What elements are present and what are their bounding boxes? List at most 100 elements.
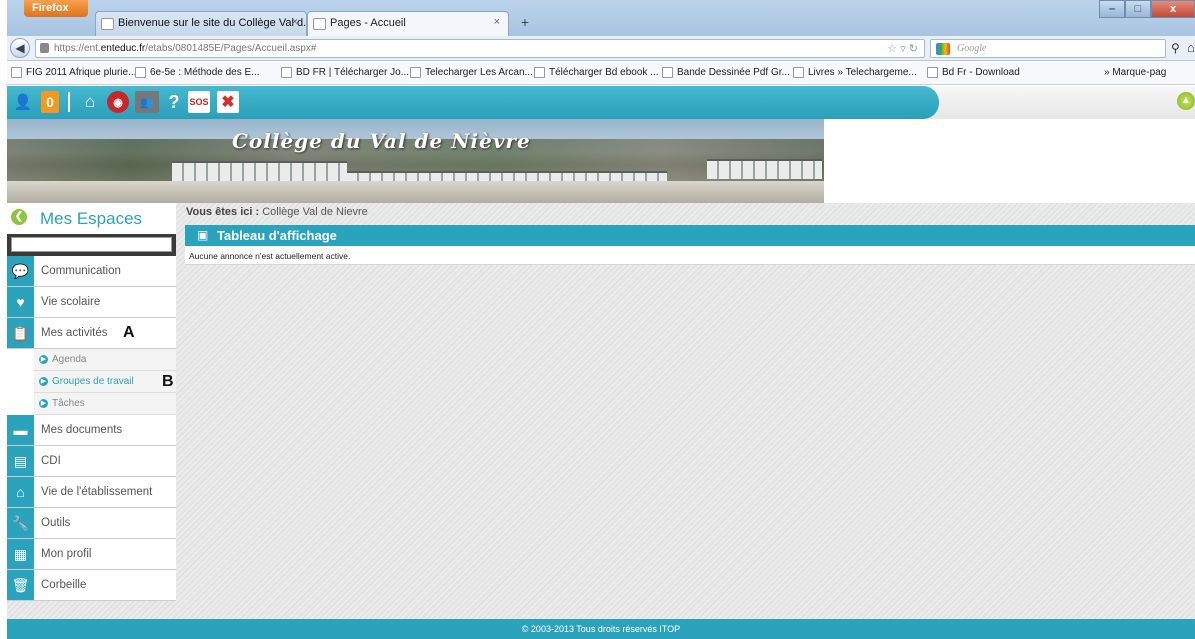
- sos-icon[interactable]: SOS: [188, 91, 210, 113]
- back-arrow-icon[interactable]: ◀: [10, 38, 30, 58]
- bookmark-star-icon[interactable]: ☆ ▿ ↻: [887, 42, 918, 55]
- chat-icon: 💬: [7, 256, 34, 286]
- sidebar-header: ❮ Mes Espaces: [7, 203, 176, 234]
- annotation-marker-a: A: [123, 324, 135, 341]
- bookmarks-more-button[interactable]: » Marque-pag: [1104, 67, 1166, 78]
- sidebar-item-label: Vie scolaire: [41, 296, 101, 308]
- page-icon: [534, 67, 545, 78]
- chevron-right-icon: ▶: [39, 355, 48, 364]
- url-path: /etabs/0801485E/Pages/Accueil.aspx#: [145, 43, 317, 54]
- sidebar-subitem-agenda[interactable]: ▶ Agenda: [34, 349, 176, 371]
- sidebar-item-label: Outils: [41, 517, 71, 529]
- browser-titlebar: Firefox Bienvenue sur le site du Collège…: [7, 0, 1195, 36]
- sidebar-subitem-taches[interactable]: ▶ Tâches: [34, 393, 176, 415]
- board-body: Aucune annonce n'est actuellement active…: [185, 246, 1195, 265]
- breadcrumb: Vous êtes ici : Collège Val de Nievre: [186, 206, 368, 218]
- url-host: https://ent.: [54, 43, 101, 54]
- sidebar-item-corbeille[interactable]: 🗑 Corbeille: [7, 570, 176, 601]
- noticeboard-icon: ▣: [197, 228, 209, 242]
- folder-icon: ▬: [7, 415, 34, 445]
- browser-tab-pages-accueil[interactable]: Pages - Accueil ×: [307, 11, 509, 36]
- search-input[interactable]: Google: [930, 39, 1166, 58]
- sidebar-item-outils[interactable]: 🔧 Outils: [7, 508, 176, 539]
- annotation-marker-b: B: [162, 373, 174, 390]
- board-message: Aucune annonce n'est actuellement active…: [189, 251, 351, 261]
- sidebar-item-cdi[interactable]: ▤ CDI: [7, 446, 176, 477]
- wrench-icon: 🔧: [7, 508, 34, 538]
- chevron-left-icon[interactable]: ❮: [11, 209, 27, 225]
- bookmark-item[interactable]: 6e-5e : Méthode des E...: [135, 67, 260, 78]
- sidebar-item-vie-scolaire[interactable]: ♥ Vie scolaire: [7, 287, 176, 318]
- browser-tab-college[interactable]: Bienvenue sur le site du Collège Val d..…: [95, 11, 307, 36]
- tab-close-icon[interactable]: ×: [292, 16, 298, 28]
- page-icon: [281, 67, 292, 78]
- breadcrumb-location[interactable]: Collège Val de Nievre: [262, 206, 368, 218]
- sidebar-item-label: Communication: [41, 265, 121, 277]
- tab-label: Bienvenue sur le site du Collège Val d..…: [118, 17, 307, 29]
- bookmark-item[interactable]: FIG 2011 Afrique plurie...: [11, 67, 136, 78]
- messaging-icon[interactable]: ◉: [107, 91, 129, 113]
- url-domain: enteduc.fr: [100, 43, 146, 54]
- footer: © 2003-2013 Tous droits réservés ITOP: [7, 619, 1195, 639]
- tab-close-icon[interactable]: ×: [494, 16, 500, 28]
- board-title: Tableau d'affichage: [217, 228, 337, 243]
- url-bar[interactable]: https://ent.enteduc.fr/etabs/0801485E/Pa…: [35, 39, 925, 58]
- school-banner: Collège du Val de Nièvre: [7, 119, 824, 203]
- sidebar-item-label: Mes activités: [41, 327, 108, 339]
- user-icon[interactable]: 👤: [13, 91, 33, 113]
- sidebar-item-mes-documents[interactable]: ▬ Mes documents: [7, 415, 176, 446]
- home-icon[interactable]: ⌂: [79, 91, 101, 113]
- lock-icon: [40, 43, 49, 53]
- help-icon[interactable]: ?: [165, 91, 183, 113]
- home-icon: ⌂: [7, 477, 34, 507]
- logout-icon[interactable]: ✖: [217, 91, 239, 113]
- banner-ground: [7, 181, 824, 203]
- google-logo-icon: [936, 43, 950, 55]
- sidebar-search-bar: [7, 234, 176, 256]
- sidebar-item-mes-activites[interactable]: 📋 Mes activités A: [7, 318, 176, 349]
- ent-toolbar-strip: 👤 0 ⌂ ◉ 👥 ? SOS ✖: [7, 86, 939, 119]
- banner-right-blank: [824, 119, 1195, 203]
- bookmark-item[interactable]: BD FR | Télécharger Jo...: [281, 67, 409, 78]
- new-tab-button[interactable]: +: [515, 14, 535, 32]
- browser-navbar: ◀ https://ent.enteduc.fr/etabs/0801485E/…: [7, 36, 1195, 61]
- search-magnifier-icon[interactable]: ⚲: [1171, 41, 1180, 55]
- sidebar-subitem-label: Tâches: [52, 398, 85, 409]
- board-header: ▣ Tableau d'affichage: [185, 225, 1195, 246]
- toolbar-divider: [68, 92, 70, 112]
- sidebar-item-label: CDI: [41, 455, 61, 467]
- clipboard-icon: 📋: [7, 318, 34, 348]
- bookmark-item[interactable]: Bande Dessinée Pdf Gr...: [662, 67, 790, 78]
- main-background: [7, 203, 1195, 619]
- sidebar-title: Mes Espaces: [40, 209, 143, 228]
- collapse-up-icon[interactable]: ▲: [1177, 92, 1195, 110]
- heart-icon: ♥: [7, 287, 34, 317]
- ent-toolbar: 👤 0 ⌂ ◉ 👥 ? SOS ✖ ▲: [7, 86, 1195, 119]
- search-placeholder: Google: [957, 43, 987, 54]
- sidebar-subitem-label: Groupes de travail: [52, 376, 134, 387]
- page-icon: [662, 67, 673, 78]
- bookmark-item[interactable]: Telecharger Les Arcan...: [410, 67, 533, 78]
- sidebar-item-vie-etablissement[interactable]: ⌂ Vie de l'établissement: [7, 477, 176, 508]
- page-icon: [135, 67, 146, 78]
- bookmark-item[interactable]: Livres » Telechargeme...: [793, 67, 917, 78]
- notification-count-badge[interactable]: 0: [41, 91, 59, 113]
- group-icon[interactable]: 👥: [135, 91, 159, 113]
- sidebar-subitem-groupes-de-travail[interactable]: ▶ Groupes de travail B: [34, 371, 176, 393]
- page-icon: [927, 67, 938, 78]
- page-icon: [410, 67, 421, 78]
- close-window-button[interactable]: x: [1151, 0, 1195, 18]
- maximize-button[interactable]: □: [1125, 0, 1151, 18]
- page-icon: [793, 67, 804, 78]
- sidebar-item-communication[interactable]: 💬 Communication: [7, 256, 176, 287]
- minimize-button[interactable]: –: [1099, 0, 1125, 18]
- bookmark-item[interactable]: Bd Fr - Download: [927, 67, 1020, 78]
- browser-home-icon[interactable]: ⌂: [1187, 40, 1195, 55]
- profile-icon: ▦: [7, 539, 34, 569]
- sidebar-search-input[interactable]: [11, 237, 172, 252]
- site-favicon-icon: [101, 18, 114, 30]
- firefox-menu-button[interactable]: Firefox: [24, 0, 88, 17]
- bookmark-item[interactable]: Télécharger Bd ebook ...: [534, 67, 659, 78]
- sidebar-item-mon-profil[interactable]: ▦ Mon profil: [7, 539, 176, 570]
- sidebar-item-label: Corbeille: [41, 579, 87, 591]
